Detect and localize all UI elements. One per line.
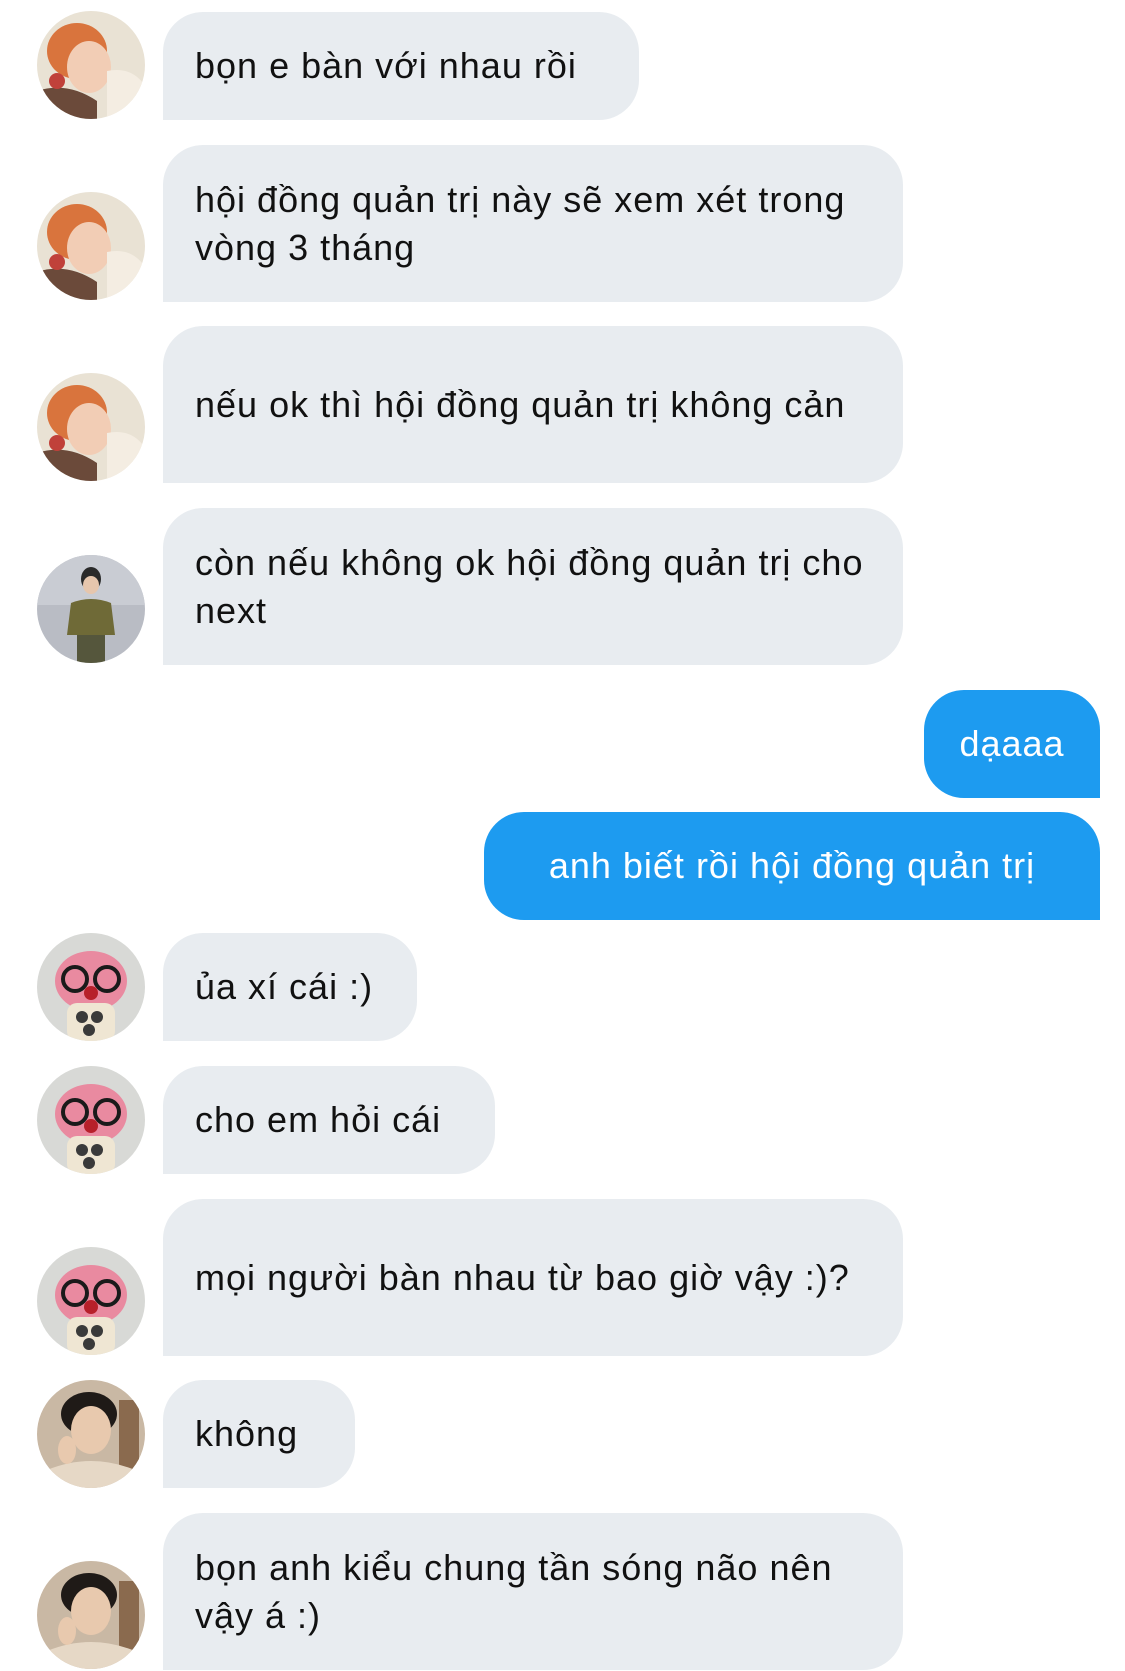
message-bubble[interactable]: nếu ok thì hội đồng quản trị không cản xyxy=(163,326,903,483)
message-text: cho em hỏi cái xyxy=(195,1099,442,1140)
avatar-red-hair[interactable] xyxy=(37,11,145,119)
avatar-dark-hair[interactable] xyxy=(37,1380,145,1488)
message-bubble[interactable]: hội đồng quản trị này sẽ xem xét trong v… xyxy=(163,145,903,302)
message-bubble[interactable]: cho em hỏi cái xyxy=(163,1066,495,1174)
message-bubble[interactable]: không xyxy=(163,1380,355,1488)
outgoing-message-bubble[interactable]: dạaaa xyxy=(924,690,1100,798)
avatar-olive-shirt[interactable] xyxy=(37,555,145,663)
message-text: còn nếu không ok hội đồng quản trị cho n… xyxy=(195,541,864,631)
avatar-pink-plush[interactable] xyxy=(37,933,145,1041)
message-text: bọn anh kiểu chung tần sóng não nên vậy … xyxy=(195,1546,833,1636)
avatar-red-hair[interactable] xyxy=(37,373,145,481)
avatar-pink-plush[interactable] xyxy=(37,1066,145,1174)
message-text: ủa xí cái :) xyxy=(195,966,374,1007)
message-text: anh biết rồi hội đồng quản trị xyxy=(548,845,1036,886)
message-text: mọi người bàn nhau từ bao giờ vậy :)? xyxy=(195,1256,850,1298)
message-text: bọn e bàn với nhau rồi xyxy=(195,45,577,86)
message-text: hội đồng quản trị này sẽ xem xét trong v… xyxy=(195,178,846,268)
message-text: dạaaa xyxy=(959,723,1065,764)
outgoing-message-bubble[interactable]: anh biết rồi hội đồng quản trị xyxy=(484,812,1100,920)
message-bubble[interactable]: bọn anh kiểu chung tần sóng não nên vậy … xyxy=(163,1513,903,1670)
avatar-pink-plush[interactable] xyxy=(37,1247,145,1355)
message-bubble[interactable]: còn nếu không ok hội đồng quản trị cho n… xyxy=(163,508,903,665)
message-bubble[interactable]: bọn e bàn với nhau rồi xyxy=(163,12,639,120)
message-text: không xyxy=(195,1413,299,1454)
message-text: nếu ok thì hội đồng quản trị không cản xyxy=(195,383,846,425)
avatar-dark-hair[interactable] xyxy=(37,1561,145,1669)
message-bubble[interactable]: ủa xí cái :) xyxy=(163,933,417,1041)
message-bubble[interactable]: mọi người bàn nhau từ bao giờ vậy :)? xyxy=(163,1199,903,1356)
avatar-red-hair[interactable] xyxy=(37,192,145,300)
